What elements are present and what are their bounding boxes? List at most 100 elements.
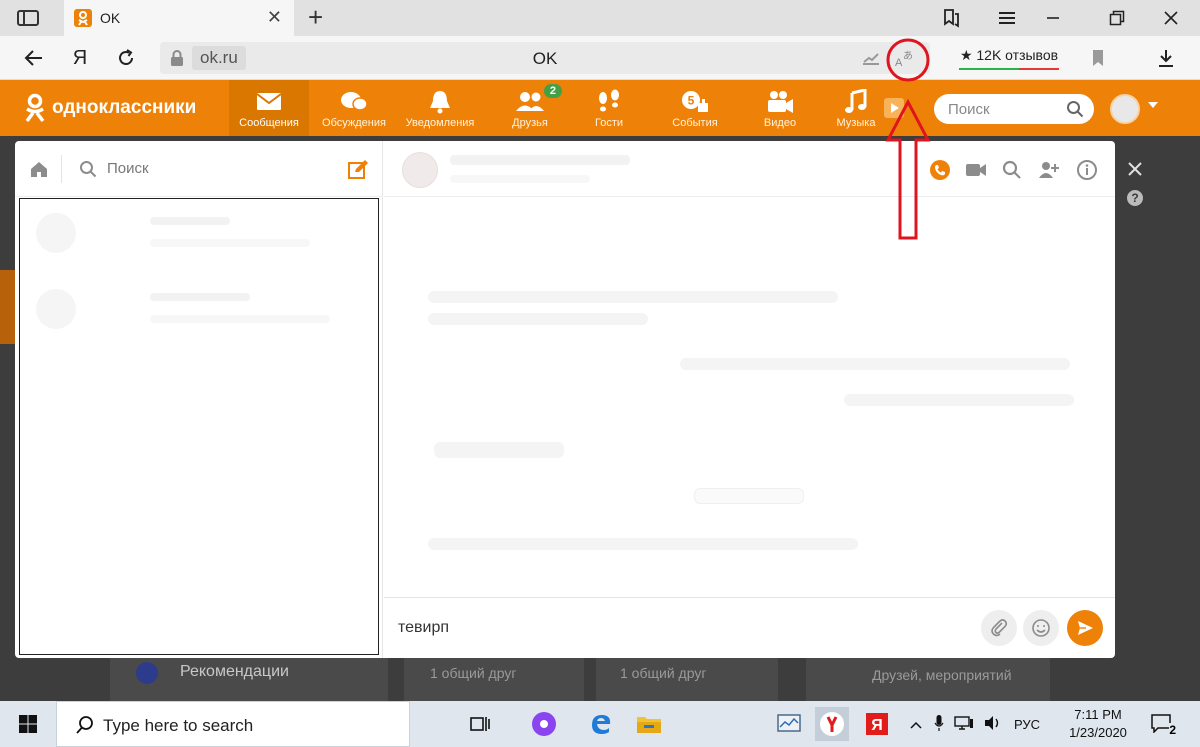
url-field[interactable]: ok.ru OK Aあ <box>160 42 930 74</box>
message-input[interactable] <box>398 616 958 640</box>
close-messenger-icon[interactable] <box>1126 160 1144 178</box>
chat-list-header: Поиск <box>15 141 383 197</box>
mutual-friend-label-2: 1 общий друг <box>620 665 707 681</box>
friends-events-label: Друзей, мероприятий <box>872 667 1012 683</box>
message-composer <box>384 599 1115 658</box>
music-note-icon <box>845 89 867 113</box>
recommendations-link[interactable]: Рекомендации <box>180 663 289 681</box>
video-call-icon[interactable] <box>965 159 987 181</box>
help-icon[interactable]: ? <box>1127 190 1143 206</box>
bookmarks-icon[interactable] <box>928 0 974 36</box>
language-indicator[interactable]: РУС <box>1014 717 1040 732</box>
nav-friends[interactable]: Друзья 2 <box>488 80 572 136</box>
chevron-down-icon[interactable] <box>1148 102 1158 108</box>
games-icon[interactable] <box>884 98 904 118</box>
ok-logo-text: одноклассники <box>52 97 197 118</box>
nav-messages[interactable]: Сообщения <box>229 80 309 136</box>
restore-button[interactable] <box>1094 0 1140 36</box>
chat-list[interactable] <box>19 198 379 655</box>
reviews-badge[interactable]: ★ 12K отзывов <box>955 44 1063 72</box>
new-tab-button[interactable]: + <box>308 3 323 31</box>
add-participant-icon[interactable] <box>1038 159 1060 181</box>
taskbar-search[interactable]: Type here to search <box>56 701 410 747</box>
taskbar-clock[interactable]: 7:11 PM 1/23/2020 <box>1058 706 1138 742</box>
friends-icon <box>516 92 544 111</box>
conversation-header <box>384 141 1115 197</box>
peer-avatar[interactable] <box>402 152 438 188</box>
microphone-icon[interactable] <box>934 714 944 735</box>
close-window-button[interactable] <box>1148 0 1194 36</box>
task-view-icon[interactable] <box>463 707 497 741</box>
video-camera-icon <box>768 91 793 113</box>
system-tray: РУС <box>910 701 1040 747</box>
yandex-app-icon[interactable]: Я <box>860 707 894 741</box>
compose-icon[interactable] <box>347 159 369 181</box>
network-monitor-icon[interactable] <box>772 707 806 741</box>
download-icon[interactable] <box>1154 46 1178 70</box>
send-icon <box>1078 621 1093 635</box>
reload-icon[interactable] <box>114 46 138 70</box>
svg-text:あ: あ <box>903 50 913 62</box>
tab-close-icon[interactable]: ✕ <box>267 8 282 26</box>
ok-search[interactable] <box>934 94 1094 124</box>
notification-center-icon[interactable]: 2 <box>1150 713 1176 737</box>
tab-title: OK <box>100 10 121 26</box>
back-arrow-icon[interactable] <box>22 46 46 70</box>
search-icon[interactable] <box>79 160 97 178</box>
emoji-icon[interactable] <box>1023 610 1059 646</box>
file-explorer-icon[interactable] <box>632 707 666 741</box>
nav-notifications[interactable]: Уведомления <box>398 80 482 136</box>
chat-list-panel: Поиск <box>15 141 383 658</box>
messenger-modal: Поиск <box>15 141 1115 658</box>
ok-header: одноклассники Сообщения Обсуждения Уведо… <box>0 80 1200 136</box>
url-domain[interactable]: ok.ru <box>192 46 246 70</box>
chat-search-input[interactable]: Поиск <box>107 160 149 177</box>
chat-bubbles-icon <box>341 92 368 111</box>
chevron-up-icon[interactable] <box>910 717 922 732</box>
ok-logo[interactable]: одноклассники <box>24 92 196 124</box>
ok-search-input[interactable] <box>948 99 1058 119</box>
footprints-icon <box>599 89 619 112</box>
home-icon[interactable] <box>29 159 49 179</box>
bell-icon <box>430 91 450 114</box>
mutual-friend-label-1: 1 общий друг <box>430 665 517 681</box>
yandex-browser-icon[interactable] <box>815 707 849 741</box>
info-icon[interactable] <box>1076 159 1098 181</box>
menu-icon[interactable] <box>984 0 1030 36</box>
lock-icon <box>168 49 186 67</box>
send-button[interactable] <box>1067 610 1103 646</box>
minimize-button[interactable] <box>1030 0 1076 36</box>
browser-tab-bar: OK ✕ + <box>0 0 1200 36</box>
nav-discussions[interactable]: Обсуждения <box>315 80 393 136</box>
search-icon[interactable] <box>1066 100 1084 118</box>
edge-icon[interactable] <box>584 707 618 741</box>
turbo-icon[interactable] <box>862 50 880 71</box>
events-icon: 5 <box>682 91 708 112</box>
ok-favicon-icon <box>74 9 92 27</box>
nav-guests[interactable]: Гости <box>578 80 640 136</box>
nav-music[interactable]: Музыка <box>826 80 886 136</box>
nav-video[interactable]: Видео <box>752 80 808 136</box>
message-area[interactable] <box>384 198 1115 598</box>
yandex-button[interactable]: Я <box>68 46 92 70</box>
bookmark-page-icon[interactable] <box>1086 46 1110 70</box>
svg-text:5: 5 <box>688 94 695 108</box>
nav-events[interactable]: 5 События <box>662 80 728 136</box>
windows-start-icon[interactable] <box>0 701 56 747</box>
search-icon <box>76 716 93 734</box>
network-icon[interactable] <box>954 715 974 734</box>
attach-icon[interactable] <box>981 610 1017 646</box>
alice-icon[interactable] <box>527 707 561 741</box>
sidebar-toggle-icon[interactable] <box>16 8 40 28</box>
user-avatar[interactable] <box>1110 94 1140 124</box>
volume-icon[interactable] <box>984 715 1002 734</box>
translate-icon[interactable]: Aあ <box>894 48 916 73</box>
conversation-panel <box>384 141 1115 658</box>
compass-icon <box>136 662 158 684</box>
envelope-icon <box>256 93 282 110</box>
windows-taskbar: Type here to search Я РУС 7:11 PM 1/23/2… <box>0 701 1200 747</box>
search-messages-icon[interactable] <box>1001 159 1023 181</box>
call-icon[interactable] <box>929 159 951 181</box>
browser-tab-ok[interactable]: OK ✕ <box>64 0 294 36</box>
ok-logo-icon <box>25 93 45 123</box>
